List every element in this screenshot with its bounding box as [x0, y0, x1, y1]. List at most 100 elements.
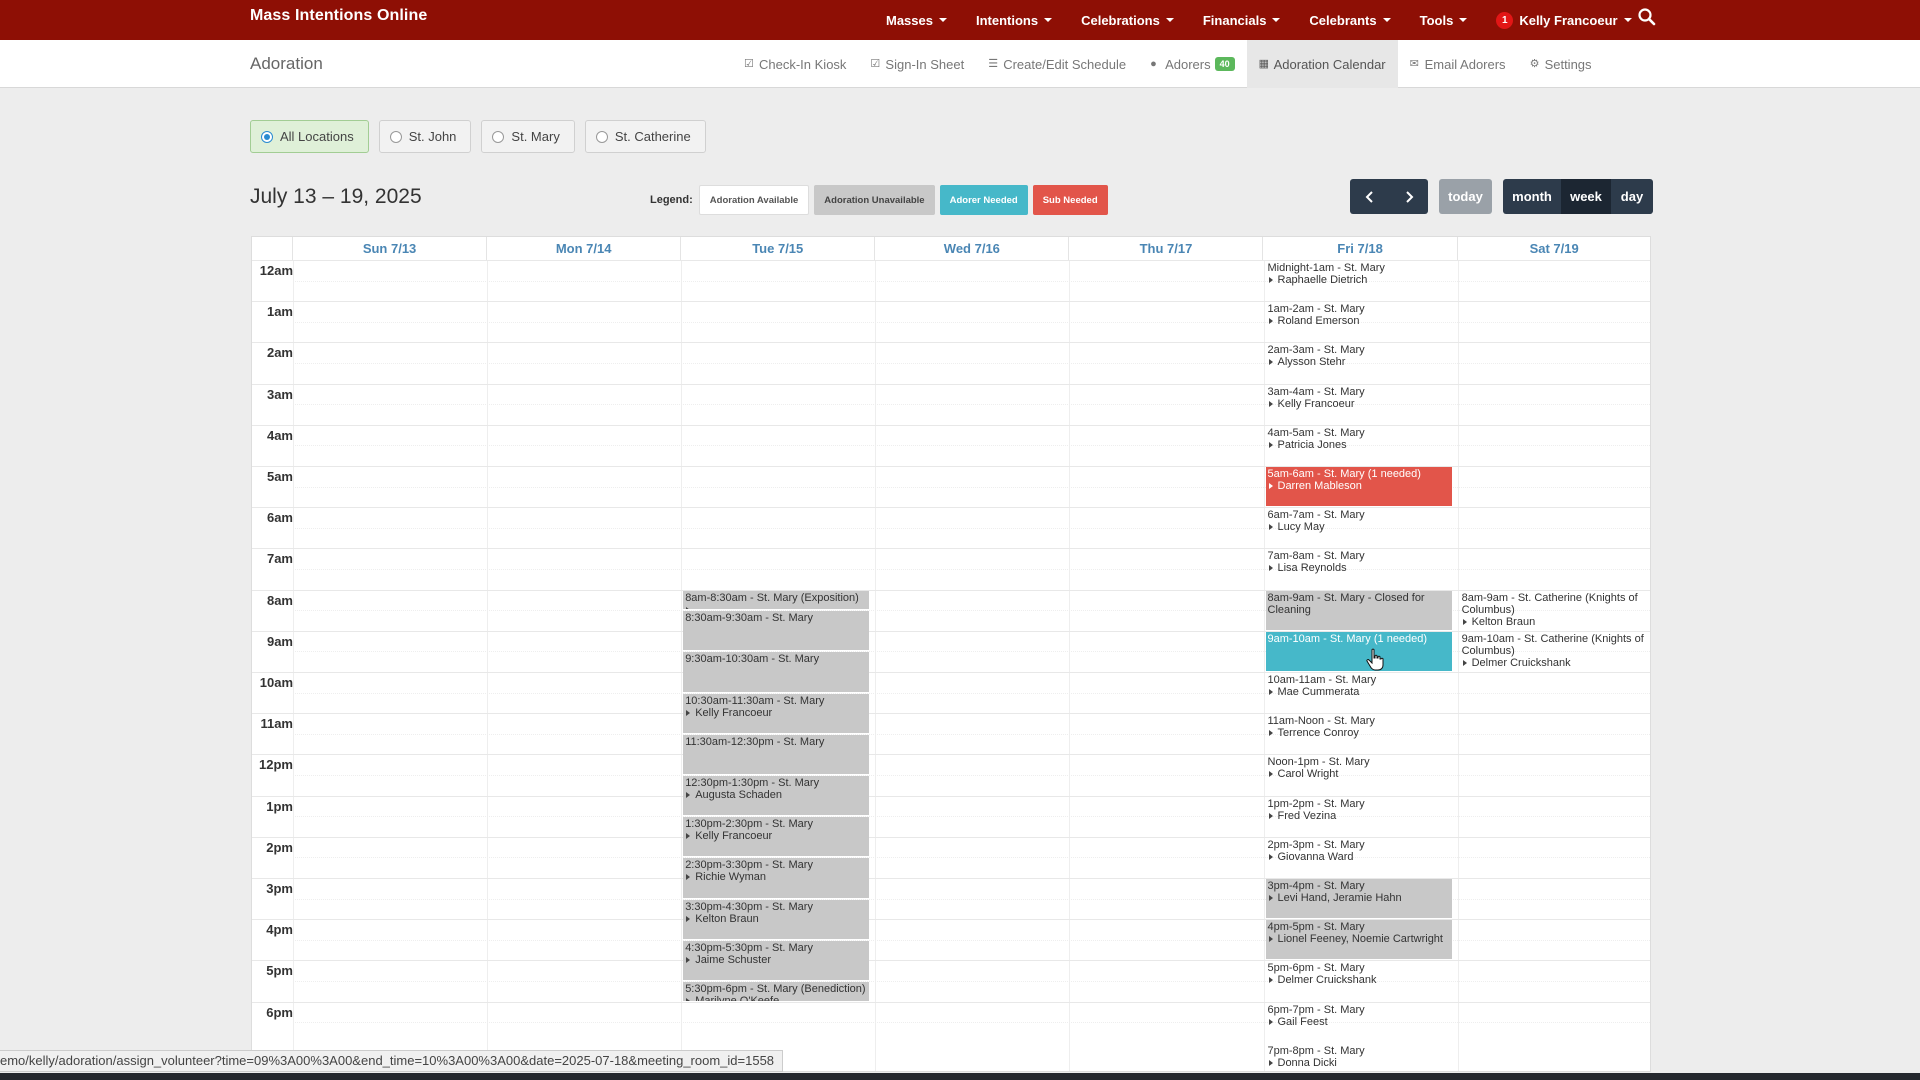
- calendar-event[interactable]: 9am-10am - St. Catherine (Knights of Col…: [1460, 632, 1646, 671]
- today-button[interactable]: today: [1439, 179, 1492, 214]
- calendar-event[interactable]: 8am-8:30am - St. Mary (Exposition)-: [683, 590, 870, 610]
- menu-intentions[interactable]: Intentions: [976, 13, 1053, 28]
- radio-button[interactable]: [595, 130, 608, 143]
- adorer-name[interactable]: Gail Feest: [1268, 1016, 1452, 1028]
- brand-logo[interactable]: Mass Intentions Online: [250, 7, 427, 25]
- calendar-event[interactable]: 2am-3am - St. Mary Alysson Stehr: [1266, 343, 1452, 382]
- calendar-event[interactable]: 6pm-7pm - St. Mary Gail Feest: [1266, 1003, 1452, 1042]
- menu-financials[interactable]: Financials: [1203, 13, 1281, 28]
- calendar-event[interactable]: 6am-7am - St. Mary Lucy May: [1266, 508, 1452, 547]
- calendar-event[interactable]: 9am-10am - St. Mary (1 needed): [1265, 631, 1452, 671]
- sign-in-sheet-link[interactable]: ☑ Sign-In Sheet: [858, 40, 976, 88]
- adorer-name[interactable]: Lionel Feeney, Noemie Cartwright: [1268, 933, 1452, 945]
- user-menu[interactable]: 1 Kelly Francoeur: [1496, 11, 1632, 29]
- calendar-event[interactable]: 12:30pm-1:30pm - St. Mary Augusta Schaden: [683, 776, 870, 816]
- calendar-event[interactable]: 10:30am-11:30am - St. Mary Kelly Francoeu…: [683, 693, 870, 733]
- calendar-event[interactable]: 8:30am-9:30am - St. Mary: [683, 611, 870, 651]
- adorer-name[interactable]: Roland Emerson: [1268, 315, 1452, 327]
- prev-button[interactable]: [1350, 179, 1389, 214]
- adorer-name[interactable]: Alysson Stehr: [1268, 356, 1452, 368]
- adorer-name[interactable]: Giovanna Ward: [1268, 851, 1452, 863]
- day-column-header[interactable]: Sat 7/19: [1458, 237, 1650, 260]
- location-all[interactable]: All Locations: [250, 120, 369, 153]
- adorers-link[interactable]: ● Adorers 40: [1138, 40, 1247, 88]
- adorer-name[interactable]: Lisa Reynolds: [1268, 562, 1452, 574]
- menu-masses[interactable]: Masses: [886, 13, 947, 28]
- adorer-name[interactable]: Mae Cummerata: [1268, 686, 1452, 698]
- calendar-event[interactable]: 2:30pm-3:30pm - St. Mary Richie Wyman: [683, 858, 870, 898]
- calendar-event[interactable]: 8am-9am - St. Catherine (Knights of Colu…: [1460, 591, 1646, 630]
- create-edit-schedule-link[interactable]: ☰ Create/Edit Schedule: [976, 40, 1138, 88]
- week-view-button[interactable]: week: [1561, 179, 1611, 214]
- adorer-name[interactable]: Fred Vezina: [1268, 810, 1452, 822]
- calendar-event[interactable]: 4:30pm-5:30pm - St. Mary Jaime Schuster: [683, 940, 870, 980]
- adoration-calendar-link[interactable]: ▦ Adoration Calendar: [1246, 40, 1398, 88]
- adorer-name[interactable]: Kelton Braun: [1462, 616, 1646, 628]
- adorer-name[interactable]: Raphaelle Dietrich: [1268, 274, 1452, 286]
- calendar-event[interactable]: 7pm-8pm - St. Mary Donna Dicki: [1266, 1044, 1452, 1071]
- adorer-name[interactable]: Augusta Schaden: [685, 789, 869, 801]
- calendar-event[interactable]: 11:30am-12:30pm - St. Mary: [683, 734, 870, 774]
- adorer-name[interactable]: Darren Mableson: [1268, 480, 1452, 492]
- menu-celebrations[interactable]: Celebrations: [1081, 13, 1174, 28]
- calendar-event[interactable]: 3pm-4pm - St. Mary Levi Hand, Jeramie Hah…: [1265, 879, 1452, 919]
- month-view-button[interactable]: month: [1503, 179, 1561, 214]
- calendar-event[interactable]: 1:30pm-2:30pm - St. Mary Kelly Francoeur: [683, 817, 870, 857]
- radio-button[interactable]: [492, 130, 505, 143]
- adorer-name[interactable]: Delmer Cruickshank: [1268, 974, 1452, 986]
- day-column-header[interactable]: Tue 7/15: [681, 237, 876, 260]
- adorer-name[interactable]: -: [685, 604, 869, 610]
- adorer-name[interactable]: Lucy May: [1268, 521, 1452, 533]
- calendar-event[interactable]: 4am-5am - St. Mary Patricia Jones: [1266, 426, 1452, 465]
- calendar-event[interactable]: 3am-4am - St. Mary Kelly Francoeur: [1266, 385, 1452, 424]
- calendar-event[interactable]: 5pm-6pm - St. Mary Delmer Cruickshank: [1266, 961, 1452, 1000]
- adorer-name[interactable]: Kelton Braun: [685, 913, 869, 925]
- event-title: 12:30pm-1:30pm - St. Mary: [685, 777, 820, 789]
- calendar-event[interactable]: 8am-9am - St. Mary - Closed for Cleaning: [1265, 590, 1452, 630]
- adorer-name[interactable]: Levi Hand, Jeramie Hahn: [1268, 892, 1452, 904]
- location-st-catherine[interactable]: St. Catherine: [584, 120, 706, 153]
- calendar-event[interactable]: 3:30pm-4:30pm - St. Mary Kelton Braun: [683, 899, 870, 939]
- adorer-name[interactable]: Kelly Francoeur: [1268, 398, 1452, 410]
- adorer-name[interactable]: Delmer Cruickshank: [1462, 657, 1646, 669]
- day-column-header[interactable]: Wed 7/16: [875, 237, 1070, 260]
- day-column-header[interactable]: Sun 7/13: [293, 237, 488, 260]
- calendar-event[interactable]: 9:30am-10:30am - St. Mary: [683, 652, 870, 692]
- calendar-event[interactable]: 5:30pm-6pm - St. Mary (Benediction)Maril…: [683, 982, 870, 1001]
- adorer-name[interactable]: Kelly Francoeur: [685, 707, 869, 719]
- radio-button[interactable]: [261, 130, 273, 143]
- calendar-event[interactable]: Midnight-1am - St. Mary Raphaelle Dietric…: [1266, 261, 1452, 300]
- location-st-john[interactable]: St. John: [378, 120, 472, 153]
- adorer-name[interactable]: Marilyne O'Keefe: [685, 995, 869, 1001]
- day-column-header[interactable]: Fri 7/18: [1264, 237, 1458, 260]
- adorer-name[interactable]: Terrence Conroy: [1268, 727, 1452, 739]
- calendar-event[interactable]: 7am-8am - St. Mary Lisa Reynolds: [1266, 549, 1452, 588]
- day-view-button[interactable]: day: [1611, 179, 1653, 214]
- radio-button[interactable]: [389, 130, 402, 143]
- email-adorers-link[interactable]: ✉ Email Adorers: [1398, 40, 1518, 88]
- calendar-event[interactable]: 2pm-3pm - St. Mary Giovanna Ward: [1266, 838, 1452, 877]
- adorer-name[interactable]: Richie Wyman: [685, 871, 869, 883]
- adorer-name[interactable]: Carol Wright: [1268, 768, 1452, 780]
- calendar-event[interactable]: 1am-2am - St. Mary Roland Emerson: [1266, 302, 1452, 341]
- menu-celebrants[interactable]: Celebrants: [1309, 13, 1391, 28]
- adorer-name[interactable]: Jaime Schuster: [685, 954, 869, 966]
- settings-link[interactable]: ⚙ Settings: [1518, 40, 1604, 88]
- adorer-name[interactable]: Kelly Francoeur: [685, 830, 869, 842]
- calendar-event[interactable]: 5am-6am - St. Mary (1 needed) Darren Mabl…: [1265, 467, 1452, 507]
- menu-tools[interactable]: Tools: [1420, 13, 1468, 28]
- next-button[interactable]: [1389, 179, 1428, 214]
- day-column-header[interactable]: Thu 7/17: [1069, 237, 1264, 260]
- calendar-event[interactable]: 10am-11am - St. Mary Mae Cummerata: [1266, 673, 1452, 712]
- calendar-event[interactable]: Noon-1pm - St. Mary Carol Wright: [1266, 755, 1452, 794]
- calendar-event[interactable]: 4pm-5pm - St. Mary Lionel Feeney, Noemie …: [1265, 920, 1452, 960]
- location-st-mary[interactable]: St. Mary: [481, 120, 575, 153]
- notification-badge[interactable]: 1: [1496, 11, 1514, 29]
- adorer-name[interactable]: Donna Dicki: [1268, 1057, 1452, 1069]
- adorer-name[interactable]: Patricia Jones: [1268, 439, 1452, 451]
- check-in-kiosk-link[interactable]: ☑ Check-In Kiosk: [732, 40, 858, 88]
- calendar-event[interactable]: 1pm-2pm - St. Mary Fred Vezina: [1266, 797, 1452, 836]
- day-column-header[interactable]: Mon 7/14: [487, 237, 682, 260]
- search-icon[interactable]: [1637, 7, 1657, 27]
- calendar-event[interactable]: 11am-Noon - St. Mary Terrence Conroy: [1266, 714, 1452, 753]
